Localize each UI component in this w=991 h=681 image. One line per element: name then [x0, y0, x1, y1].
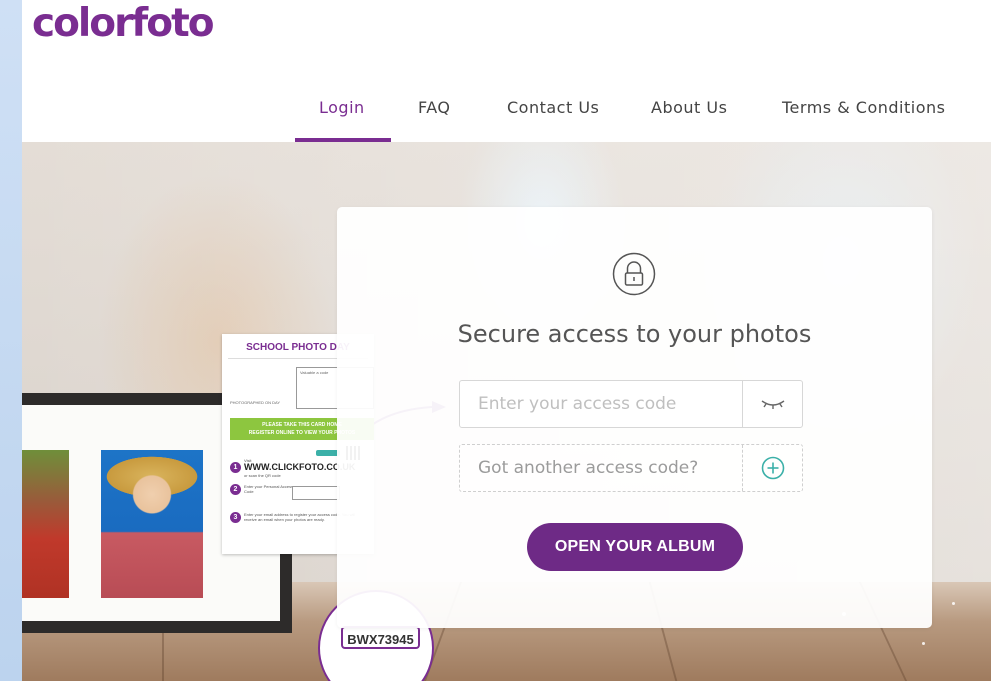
access-code-field	[459, 380, 803, 428]
card-step-1: 1	[230, 462, 241, 473]
plus-circle-icon	[761, 456, 784, 480]
open-album-button[interactable]: OPEN YOUR ALBUM	[527, 523, 743, 571]
window-frame-left	[0, 0, 22, 681]
card-url-sub: or scan the QR code	[244, 473, 281, 478]
page: colorfoto Login FAQ Contact Us About Us …	[22, 0, 991, 681]
eye-closed-icon	[761, 400, 784, 409]
card-photographed-label: PHOTOGRAPHED ON DAY	[230, 400, 281, 405]
another-code-label: Got another access code?	[478, 458, 699, 478]
card-step-3: 3	[230, 512, 241, 523]
card-step2-label: Enter your Personal Access Code	[244, 484, 294, 494]
add-code-button[interactable]	[742, 445, 802, 491]
card-step-2: 2	[230, 484, 241, 495]
another-code-row[interactable]: Got another access code?	[459, 444, 803, 492]
access-code-input[interactable]	[460, 381, 744, 427]
sample-access-code: BWX73945	[341, 626, 420, 649]
lock-icon	[612, 252, 656, 296]
toggle-visibility-button[interactable]	[742, 381, 802, 427]
card-box-label: Valuable a code	[300, 370, 329, 375]
login-title: Secure access to your photos	[457, 320, 812, 348]
